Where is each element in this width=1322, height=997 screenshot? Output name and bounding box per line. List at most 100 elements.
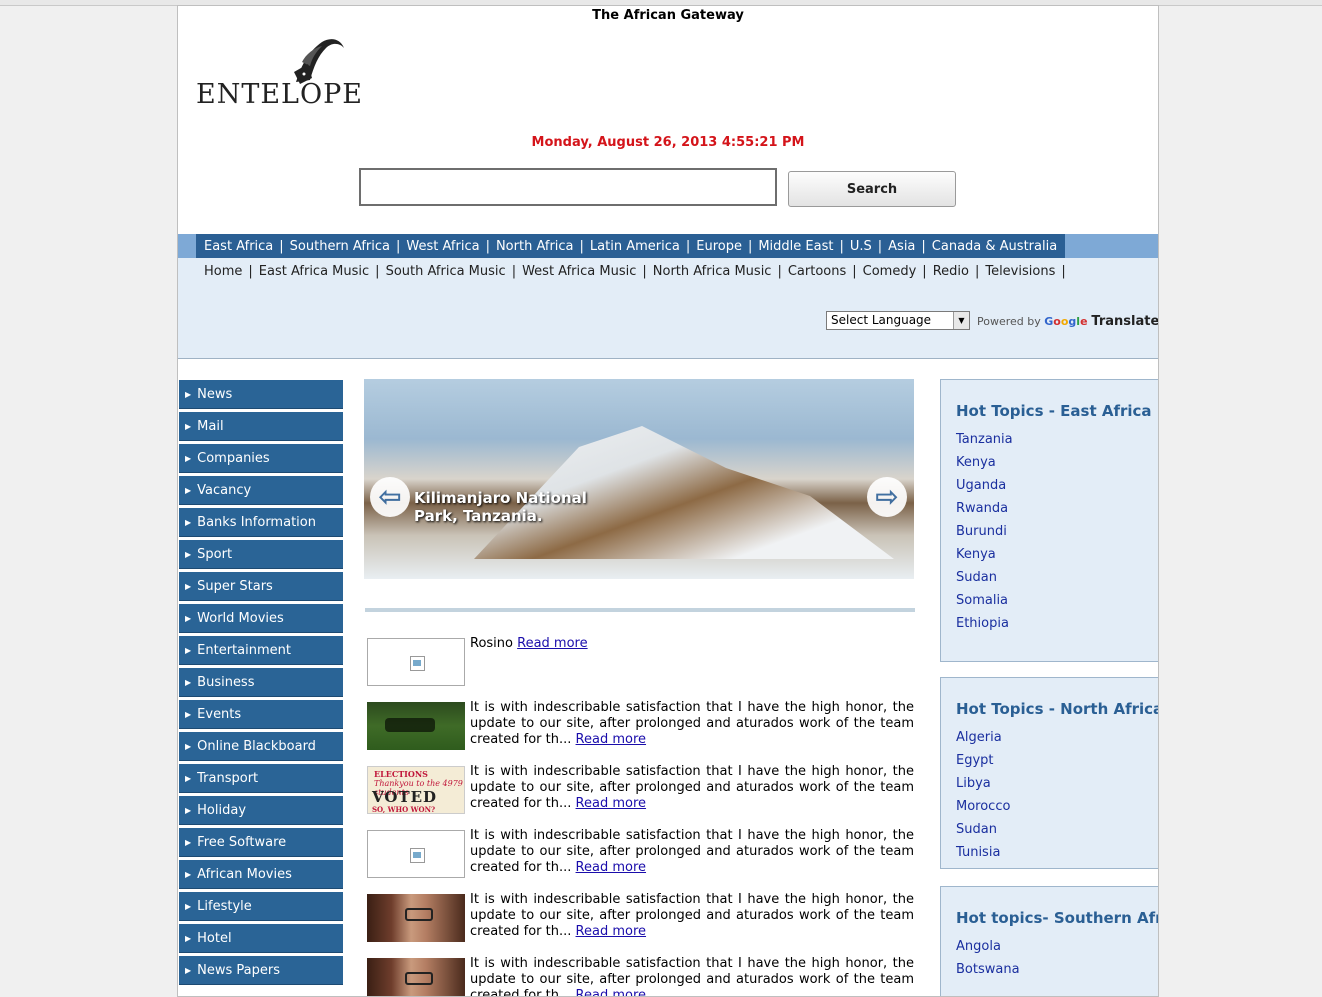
article-thumbnail[interactable]: ELECTIONS Thankyou to the 4979 students VO… <box>367 766 465 814</box>
sidebar-item[interactable]: ▶ Companies <box>179 444 343 473</box>
hot-topic-link[interactable]: Burundi <box>956 524 1007 539</box>
sidebar-item[interactable]: ▶ World Movies <box>179 604 343 633</box>
music-nav-link[interactable]: Cartoons <box>788 264 846 279</box>
nav-separator: | <box>248 264 253 279</box>
region-nav-link[interactable]: Asia <box>888 239 915 254</box>
sidebar-item-label: Sport <box>197 546 233 562</box>
region-nav-link[interactable]: Southern Africa <box>290 239 390 254</box>
sidebar-item[interactable]: ▶ Sport <box>179 540 343 569</box>
nav-separator: | <box>922 264 927 279</box>
read-more-link[interactable]: Read more <box>517 636 587 651</box>
content-divider <box>365 608 915 612</box>
sidebar-item[interactable]: ▶ News <box>179 380 343 409</box>
hot-topic-item: Ethiopia <box>956 616 1013 639</box>
hot-topic-link[interactable]: Botswana <box>956 962 1020 977</box>
sidebar-item-label: Vacancy <box>197 482 252 498</box>
hot-topic-item: Tanzania <box>956 432 1013 455</box>
sidebar-item[interactable]: ▶ Events <box>179 700 343 729</box>
read-more-link[interactable]: Read more <box>576 732 646 747</box>
article-thumbnail[interactable] <box>367 958 465 996</box>
search-button[interactable]: Search <box>788 171 956 207</box>
hot-topic-link[interactable]: Libya <box>956 776 991 791</box>
sidebar-item[interactable]: ▶ African Movies <box>179 860 343 889</box>
nav-separator: | <box>877 238 883 254</box>
site-logo[interactable]: ENTELOPE <box>196 34 371 112</box>
sidebar-item[interactable]: ▶ Banks Information <box>179 508 343 537</box>
language-select[interactable]: Select Language ▼ <box>826 311 970 330</box>
nav-separator: | <box>747 238 753 254</box>
hot-topic-item: Kenya <box>956 547 1013 570</box>
region-nav-link[interactable]: Europe <box>696 239 742 254</box>
hot-topic-link[interactable]: Sudan <box>956 570 997 585</box>
read-more-link[interactable]: Read more <box>576 796 646 811</box>
hot-topic-link[interactable]: Somalia <box>956 593 1008 608</box>
region-nav-link[interactable]: North Africa <box>496 239 574 254</box>
hot-topic-link[interactable]: Ethiopia <box>956 616 1009 631</box>
music-nav-link[interactable]: Redio <box>933 264 969 279</box>
sidebar-item[interactable]: ▶ Super Stars <box>179 572 343 601</box>
chevron-right-icon: ▶ <box>185 869 192 879</box>
article-thumbnail[interactable] <box>367 638 465 686</box>
region-nav-link[interactable]: East Africa <box>204 239 273 254</box>
region-nav-link[interactable]: Latin America <box>590 239 680 254</box>
music-nav-link[interactable]: North Africa Music <box>653 264 772 279</box>
sidebar-item[interactable]: ▶ Holiday <box>179 796 343 825</box>
arrow-left-icon[interactable]: ⇦ <box>370 477 410 517</box>
hot-topic-link[interactable]: Uganda <box>956 478 1006 493</box>
read-more-link[interactable]: Read more <box>576 988 646 996</box>
article-thumbnail[interactable] <box>367 830 465 878</box>
music-nav-link[interactable]: South Africa Music <box>386 264 506 279</box>
sidebar-item-label: Events <box>197 706 242 722</box>
arrow-right-icon[interactable]: ⇨ <box>867 477 907 517</box>
hot-topic-link[interactable]: Kenya <box>956 455 996 470</box>
chevron-right-icon: ▶ <box>185 677 192 687</box>
sidebar-item[interactable]: ▶ Mail <box>179 412 343 441</box>
read-more-link[interactable]: Read more <box>576 924 646 939</box>
hot-topic-link[interactable]: Morocco <box>956 799 1010 814</box>
sidebar-item[interactable]: ▶ Business <box>179 668 343 697</box>
region-nav-link[interactable]: West Africa <box>406 239 479 254</box>
article-thumbnail[interactable] <box>367 702 465 750</box>
hot-topic-link[interactable]: Egypt <box>956 753 994 768</box>
slide-caption-line2: Park, Tanzania. <box>414 507 543 525</box>
hot-topic-item: Sudan <box>956 570 1013 593</box>
hot-topic-link[interactable]: Rwanda <box>956 501 1008 516</box>
music-nav-link[interactable]: East Africa Music <box>259 264 369 279</box>
hot-topic-link[interactable]: Tanzania <box>956 432 1013 447</box>
sidebar-item[interactable]: ▶ Hotel <box>179 924 343 953</box>
sidebar-item-label: Companies <box>197 450 270 466</box>
hot-topic-link[interactable]: Sudan <box>956 822 997 837</box>
region-nav-link[interactable]: Canada & Australia <box>932 239 1057 254</box>
sidebar-item[interactable]: ▶ Vacancy <box>179 476 343 505</box>
music-nav-link[interactable]: Televisions <box>985 264 1055 279</box>
region-nav-link[interactable]: Middle East <box>758 239 833 254</box>
chevron-right-icon: ▶ <box>185 773 192 783</box>
regions-nav-band: East Africa | Southern Africa | West Africa |… <box>178 234 1158 258</box>
music-nav-link[interactable]: Home <box>204 264 242 279</box>
sidebar-item[interactable]: ▶ Lifestyle <box>179 892 343 921</box>
sidebar-item[interactable]: ▶ Entertainment <box>179 636 343 665</box>
nav-separator: | <box>642 264 647 279</box>
sidebar-item-label: Banks Information <box>197 514 316 530</box>
article-text: Rosino <box>470 636 513 651</box>
hot-topic-item: Rwanda <box>956 501 1013 524</box>
region-nav-link[interactable]: U.S <box>850 239 872 254</box>
translate-label[interactable]: Translate <box>1091 314 1158 329</box>
music-nav-link[interactable]: Comedy <box>863 264 917 279</box>
sidebar-item[interactable]: ▶ Free Software <box>179 828 343 857</box>
hot-topic-link[interactable]: Angola <box>956 939 1001 954</box>
chevron-down-icon[interactable]: ▼ <box>953 312 969 329</box>
article-thumbnail[interactable] <box>367 894 465 942</box>
hot-topic-item: Libya <box>956 776 1010 799</box>
hot-topic-link[interactable]: Tunisia <box>956 845 1000 860</box>
sidebar-item[interactable]: ▶ News Papers <box>179 956 343 985</box>
hot-topic-link[interactable]: Algeria <box>956 730 1002 745</box>
read-more-link[interactable]: Read more <box>576 860 646 875</box>
sidebar-item[interactable]: ▶ Online Blackboard <box>179 732 343 761</box>
sidebar-item[interactable]: ▶ Transport <box>179 764 343 793</box>
music-nav-link[interactable]: West Africa Music <box>522 264 636 279</box>
hot-topics-north-box: Hot Topics - North Africa Algeria Egypt Li… <box>940 677 1158 869</box>
hot-topic-link[interactable]: Kenya <box>956 547 996 562</box>
search-input[interactable] <box>359 168 777 206</box>
hot-topic-item: Algeria <box>956 730 1010 753</box>
